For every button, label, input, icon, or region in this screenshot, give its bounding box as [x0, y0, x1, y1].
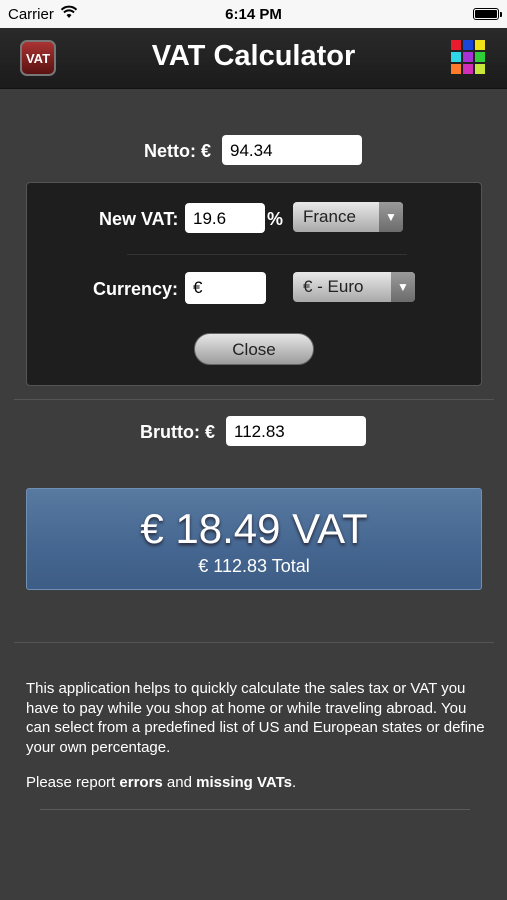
grid-icon-cell: [463, 64, 473, 74]
clock: 6:14 PM: [225, 6, 282, 23]
vat-result-box: € 18.49 VAT € 112.83 Total: [26, 488, 482, 590]
total-amount: € 112.83 Total: [198, 556, 310, 576]
grid-icon-cell: [451, 40, 461, 50]
errors-link[interactable]: errors: [119, 774, 162, 791]
color-grid-icon[interactable]: [451, 40, 487, 76]
grid-icon-cell: [475, 52, 485, 62]
new-vat-label: New VAT:: [99, 209, 179, 229]
vat-amount: € 18.49 VAT: [140, 505, 368, 552]
brutto-input[interactable]: 112.83: [226, 416, 366, 446]
report-text: Please report errors and missing VATs.: [26, 774, 296, 791]
percent-label: %: [267, 209, 284, 229]
report-and: and: [162, 774, 197, 791]
divider: [14, 399, 494, 400]
grid-icon-cell: [451, 64, 461, 74]
nav-bar: VAT VAT Calculator: [0, 28, 507, 89]
country-select[interactable]: France ▼: [293, 202, 403, 232]
chevron-down-icon: ▼: [379, 202, 403, 232]
description-text: This application helps to quickly calcul…: [26, 680, 485, 756]
currency-symbol-input[interactable]: €: [185, 272, 266, 304]
currency-select[interactable]: € - Euro ▼: [293, 272, 415, 302]
page-title: VAT Calculator: [151, 40, 356, 72]
report-prefix: Please report: [26, 774, 120, 791]
country-select-value: France: [303, 207, 356, 226]
grid-icon-cell: [463, 40, 473, 50]
missing-vats-link[interactable]: missing VATs: [196, 774, 292, 791]
report-suffix: .: [291, 774, 297, 791]
vat-settings-panel: New VAT: 19.6 % France ▼ Currency: € € -…: [26, 182, 482, 386]
status-bar: Carrier 6:14 PM: [0, 0, 507, 28]
vat-rate-input[interactable]: 19.6: [185, 203, 265, 233]
brutto-label: Brutto: €: [140, 422, 215, 442]
divider: [14, 642, 494, 643]
grid-icon-cell: [475, 40, 485, 50]
divider: [40, 809, 470, 810]
close-button[interactable]: Close: [194, 333, 314, 365]
panel-divider: [127, 254, 407, 255]
grid-icon-cell: [475, 64, 485, 74]
grid-icon-cell: [463, 52, 473, 62]
netto-label: Netto: €: [144, 141, 211, 161]
currency-select-value: € - Euro: [303, 277, 364, 296]
currency-label: Currency:: [93, 279, 179, 299]
netto-input[interactable]: 94.34: [222, 135, 362, 165]
battery-icon: [473, 8, 502, 20]
chevron-down-icon: ▼: [391, 272, 415, 302]
grid-icon-cell: [451, 52, 461, 62]
